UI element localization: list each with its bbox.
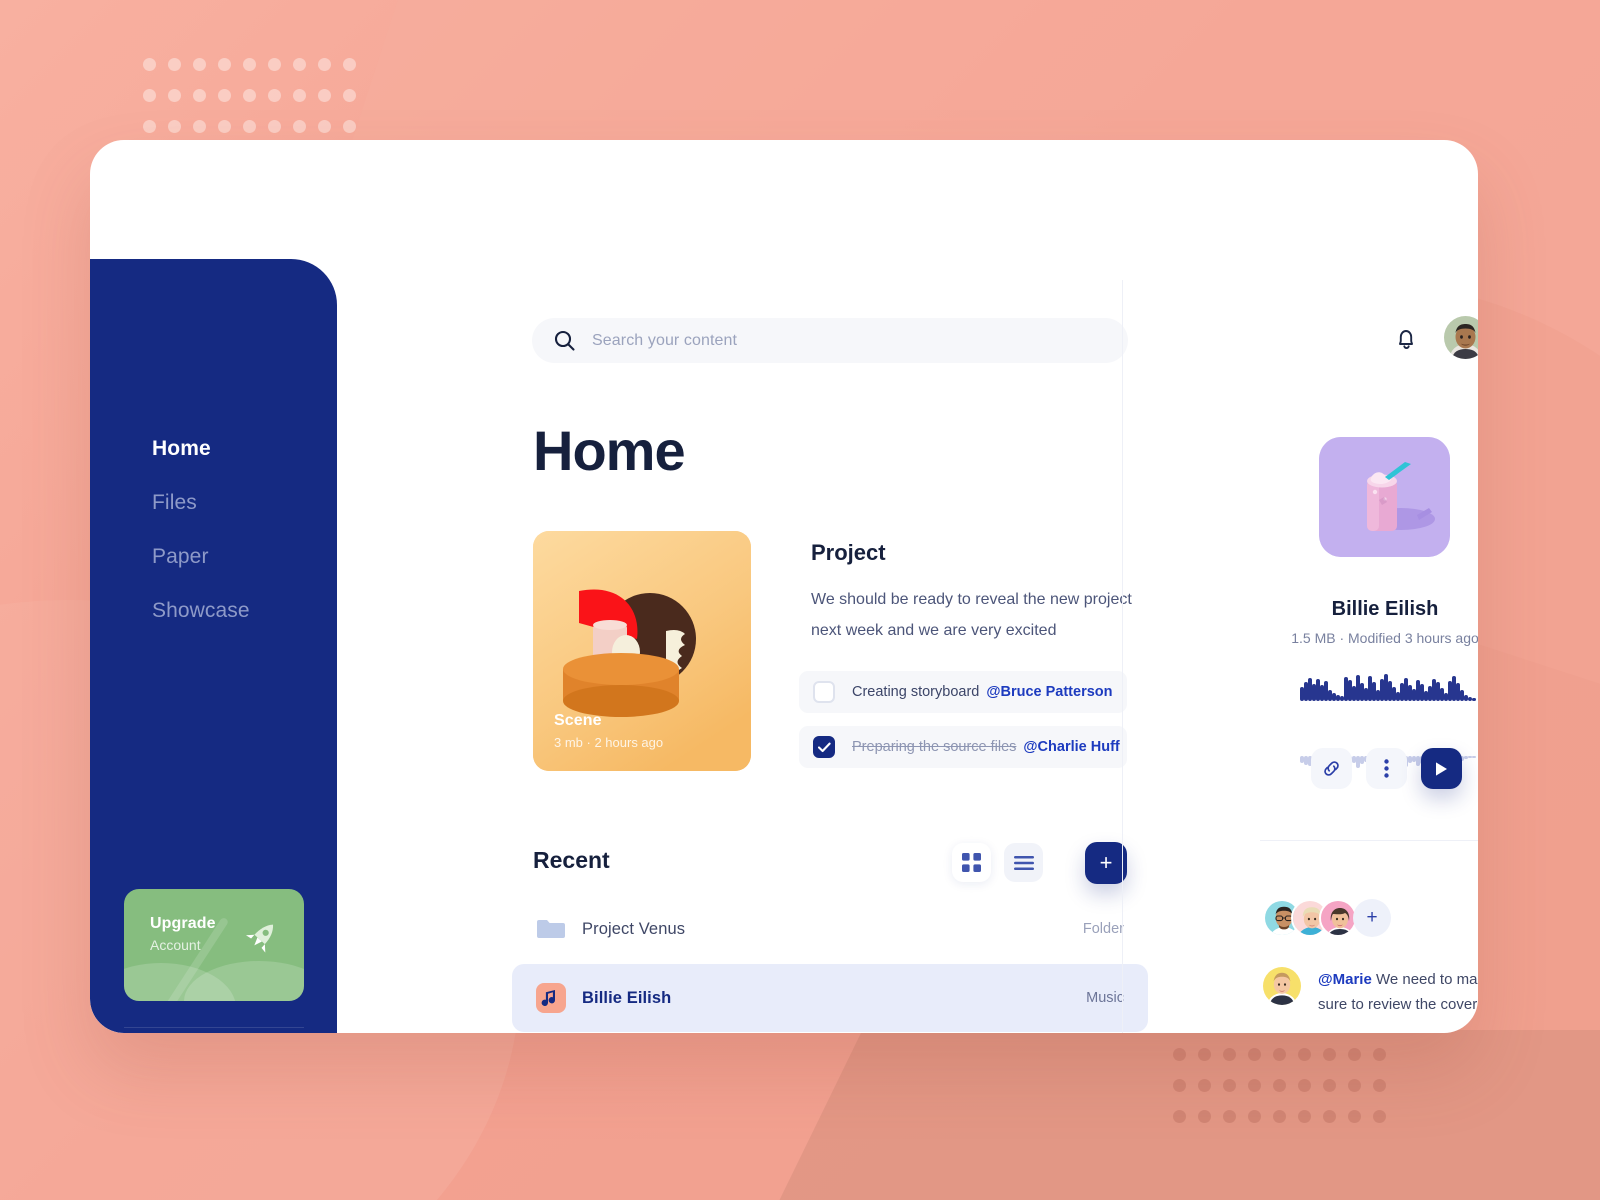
comment-mention[interactable]: @Marie [1318,971,1372,988]
track-cover-art [1319,437,1450,557]
task-checkbox[interactable] [813,736,835,758]
sidebar-item-showcase[interactable]: Showcase [152,599,322,623]
check-icon [817,742,831,752]
app-window: Search your content Home Files Paper Sho… [90,140,1478,1033]
avatar[interactable] [1263,967,1301,1005]
list-item-name: Billie Eilish [582,988,672,1007]
comment-text: @Marie We need to make sure to review th… [1318,967,1478,1017]
list-item[interactable]: Billie Eilish Music [512,964,1148,1032]
grid-view-icon[interactable] [952,843,991,882]
rocket-icon [240,917,282,959]
track-title: Billie Eilish [1331,598,1439,620]
upgrade-title: Upgrade [150,915,216,932]
audio-waveform[interactable] [1300,672,1476,768]
task-label: Preparing the source files [852,739,1017,755]
folder-icon [536,914,566,944]
search-input[interactable]: Search your content [532,318,1128,363]
dot-pattern-bottom-right [1173,1048,1398,1141]
list-item[interactable]: Project Venus Folder [512,895,1148,963]
background-shape-bottom [657,1030,1600,1200]
decorative-hill-right [184,961,304,1001]
list-item-type: Music [1086,990,1124,1006]
panel-divider [1122,280,1123,1033]
avatar[interactable] [1319,899,1357,937]
add-button[interactable]: + [1085,842,1127,884]
scene-preview-card[interactable]: Scene 3 mb · 2 hours ago [533,531,751,771]
more-vertical-icon[interactable] [1366,748,1407,789]
sidebar-item-label: Showcase [152,599,250,622]
sidebar-item-files[interactable]: Files [152,491,322,515]
sidebar-nav: Home Files Paper Showcase [152,437,322,653]
scene-card-title: Scene [554,712,602,729]
comment-item: @Marie We need to make sure to review th… [1263,967,1478,1017]
task-mention[interactable]: @Bruce Patterson [986,684,1112,700]
list-item-name: Project Venus [582,919,686,938]
recent-section-title: Recent [533,847,610,873]
track-meta: 1.5 MB · Modified 3 hours ago [1291,630,1478,646]
bell-icon[interactable] [1396,326,1418,352]
sidebar-divider [124,1027,304,1028]
project-title: Project [811,540,886,565]
page-title: Home [533,419,686,482]
play-icon[interactable] [1421,748,1462,789]
upgrade-account-card[interactable]: Upgrade Account [124,889,304,1001]
task-mention[interactable]: @Charlie Huff [1023,739,1119,755]
user-avatar[interactable] [1444,316,1478,359]
music-note-icon [536,983,566,1013]
add-member-button[interactable]: + [1353,899,1391,937]
task-item[interactable]: Preparing the source files @Charlie Huff [799,726,1127,768]
list-item-type: Folder [1082,921,1124,937]
search-placeholder: Search your content [592,331,738,349]
scene-card-meta: 3 mb · 2 hours ago [554,735,664,750]
task-checkbox[interactable] [813,681,835,703]
sidebar-item-label: Paper [152,545,209,568]
link-icon[interactable] [1311,748,1352,789]
sidebar-item-label: Files [152,491,197,514]
sidebar-item-paper[interactable]: Paper [152,545,322,569]
project-description: We should be ready to reveal the new pro… [811,591,1132,639]
sidebar-item-home[interactable]: Home [152,437,322,461]
list-view-icon[interactable] [1004,843,1043,882]
task-item[interactable]: Creating storyboard @Bruce Patterson [799,671,1127,713]
dot-pattern-top-left [143,58,368,151]
search-icon [554,330,575,351]
upgrade-subtitle: Account [150,937,201,953]
sidebar: Home Files Paper Showcase Upgrade Accoun… [90,259,337,1033]
task-label: Creating storyboard [852,684,980,700]
sidebar-item-label: Home [152,437,211,460]
scene-card-label: Scene 3 mb · 2 hours ago [554,712,663,750]
panel-section-divider [1260,840,1478,841]
